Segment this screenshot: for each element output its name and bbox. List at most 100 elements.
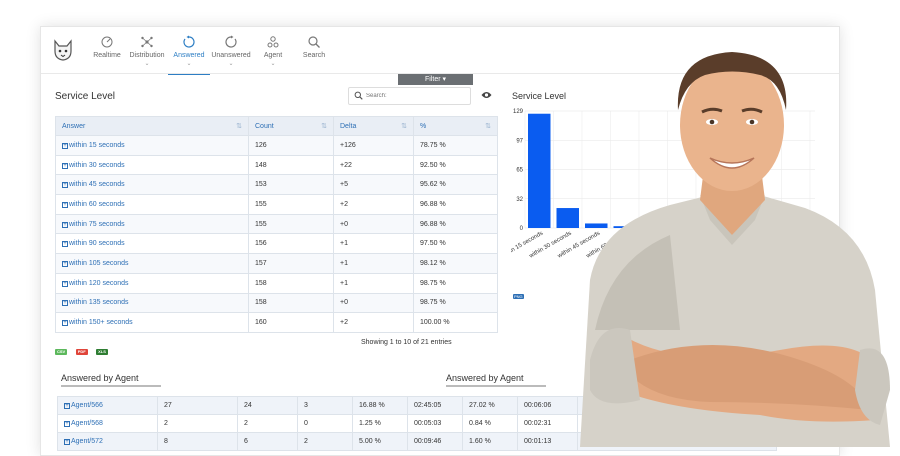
filter-label: Filter (424, 76, 441, 83)
answer-link[interactable]: within 45 seconds (69, 181, 125, 188)
count-cell: 153 (248, 174, 334, 196)
lynx-logo-icon (54, 39, 72, 61)
expand-icon[interactable]: + (62, 201, 68, 208)
eye-icon[interactable] (481, 91, 492, 99)
agent-stat-cell: 0.84 % (462, 414, 518, 433)
table-row[interactable]: + within 105 seconds 157 +1 98.12 % (55, 253, 498, 274)
agent-stat-cell: 8 (157, 432, 238, 451)
agent-stat-cell: 3 (297, 396, 353, 415)
answer-cell[interactable]: + within 135 seconds (55, 292, 249, 314)
table-row[interactable]: + within 15 seconds 126 +126 78.75 % (55, 135, 498, 156)
delta-cell: +126 (333, 135, 414, 156)
expand-icon[interactable]: + (62, 300, 68, 307)
answer-link[interactable]: within 120 seconds (69, 280, 129, 287)
count-cell: 148 (248, 154, 334, 176)
answer-link[interactable]: within 90 seconds (69, 240, 125, 247)
expand-icon[interactable]: + (62, 260, 68, 267)
answer-cell[interactable]: + within 15 seconds (55, 135, 249, 156)
agent-stat-cell: 2 (157, 414, 238, 433)
answer-link[interactable]: within 60 seconds (69, 201, 125, 208)
count-cell: 156 (248, 233, 334, 255)
expand-icon[interactable]: + (64, 439, 70, 445)
answer-link[interactable]: within 15 seconds (69, 142, 125, 149)
answer-cell[interactable]: + within 45 seconds (55, 174, 249, 196)
expand-icon[interactable]: + (62, 162, 68, 169)
answer-link[interactable]: within 105 seconds (69, 260, 129, 267)
table-row[interactable]: + within 135 seconds 158 +0 98.75 % (55, 292, 498, 314)
column-header-percent[interactable]: % ⇅ (413, 116, 498, 136)
agent-cell[interactable]: + Agent/568 (57, 414, 158, 433)
delta-cell: +0 (333, 213, 414, 235)
answer-link[interactable]: within 75 seconds (69, 221, 125, 228)
agent-stat-cell: 1.25 % (352, 414, 408, 433)
service-level-title: Service Level (55, 91, 116, 102)
answer-link[interactable]: within 30 seconds (69, 162, 125, 169)
pagination-info: Showing 1 to 10 of 21 entries (361, 339, 452, 346)
agent-link[interactable]: Agent/568 (71, 420, 103, 427)
column-header-answer[interactable]: Answer ⇅ (55, 116, 249, 136)
subtitle-placeholder (61, 385, 161, 387)
answer-cell[interactable]: + within 105 seconds (55, 253, 249, 274)
answer-cell[interactable]: + within 150+ seconds (55, 312, 249, 333)
chart-bar[interactable] (528, 113, 551, 228)
table-row[interactable]: + within 45 seconds 153 +5 95.62 % (55, 174, 498, 196)
y-tick-label: 129 (513, 109, 524, 115)
expand-icon[interactable]: + (64, 421, 70, 427)
search-input[interactable] (366, 90, 466, 102)
answer-link[interactable]: within 150+ seconds (69, 319, 133, 326)
person-photo (580, 52, 890, 447)
agent-stat-cell: 27.02 % (462, 396, 518, 415)
chevron-down-icon: ⌄ (270, 61, 276, 67)
export-pdf-button[interactable]: PDF (75, 349, 88, 355)
sort-icon: ⇅ (321, 123, 327, 130)
export-xls-button[interactable]: XLS (96, 349, 108, 355)
percent-cell: 95.62 % (413, 174, 498, 196)
percent-cell: 97.50 % (413, 233, 498, 255)
search-icon (308, 36, 320, 48)
count-cell: 155 (248, 194, 334, 215)
delta-cell: +2 (333, 194, 414, 215)
expand-icon[interactable]: + (62, 320, 68, 327)
answer-link[interactable]: within 135 seconds (69, 299, 129, 306)
search-box[interactable] (348, 87, 471, 105)
table-row[interactable]: + within 30 seconds 148 +22 92.50 % (55, 154, 498, 176)
expand-icon[interactable]: + (62, 142, 68, 149)
column-header-count[interactable]: Count ⇅ (248, 116, 334, 136)
table-row[interactable]: + within 75 seconds 155 +0 96.88 % (55, 213, 498, 235)
delta-cell: +1 (333, 233, 414, 255)
agent-cell[interactable]: + Agent/566 (57, 396, 158, 415)
table-row[interactable]: + within 120 seconds 158 +1 98.75 % (55, 272, 498, 294)
column-header-delta[interactable]: Delta ⇅ (333, 116, 414, 136)
nav-label: Agent (263, 52, 283, 59)
expand-icon[interactable]: + (64, 403, 70, 409)
sort-icon: ⇅ (236, 123, 242, 130)
export-png-button[interactable]: PNG (513, 294, 524, 299)
agent-link[interactable]: Agent/572 (71, 438, 103, 445)
expand-icon[interactable]: + (62, 221, 68, 228)
table-row[interactable]: + within 60 seconds 155 +2 96.88 % (55, 194, 498, 215)
agent-stat-cell: 1.60 % (462, 432, 518, 451)
filter-toggle[interactable]: Filter ▾ (398, 74, 473, 85)
y-tick-label: 0 (520, 226, 524, 232)
answer-cell[interactable]: + within 75 seconds (55, 213, 249, 235)
answer-cell[interactable]: + within 60 seconds (55, 194, 249, 215)
expand-icon[interactable]: + (62, 241, 68, 248)
answer-cell[interactable]: + within 90 seconds (55, 233, 249, 255)
agent-link[interactable]: Agent/566 (71, 402, 103, 409)
export-buttons: CSV PDF XLS (55, 340, 112, 358)
expand-icon[interactable]: + (62, 182, 68, 189)
percent-cell: 78.75 % (413, 135, 498, 156)
table-row[interactable]: + within 150+ seconds 160 +2 100.00 % (55, 312, 498, 333)
agent-cell[interactable]: + Agent/572 (57, 432, 158, 451)
agent-stat-cell: 00:05:03 (407, 414, 463, 433)
table-row[interactable]: + within 90 seconds 156 +1 97.50 % (55, 233, 498, 255)
nav-search[interactable]: Search (289, 35, 339, 59)
answer-cell[interactable]: + within 30 seconds (55, 154, 249, 176)
delta-cell: +0 (333, 292, 414, 314)
search-icon (354, 91, 363, 100)
answer-cell[interactable]: + within 120 seconds (55, 272, 249, 294)
expand-icon[interactable]: + (62, 280, 68, 287)
sort-icon: ⇅ (485, 123, 491, 130)
count-cell: 158 (248, 272, 334, 294)
export-csv-button[interactable]: CSV (55, 349, 68, 355)
